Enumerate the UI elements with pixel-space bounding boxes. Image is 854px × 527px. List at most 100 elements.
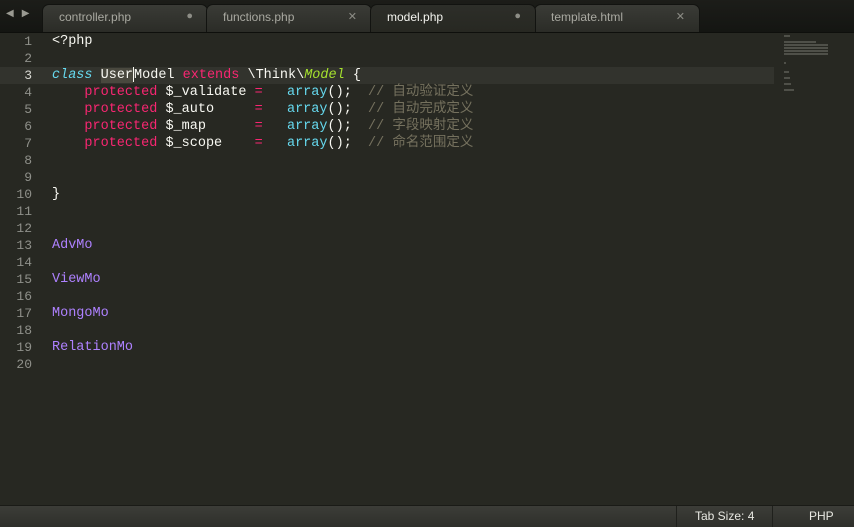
code-line[interactable]: protected $_auto = array(); // 自动完成定义 bbox=[52, 101, 774, 118]
line-number: 13 bbox=[16, 238, 32, 253]
minimap-line bbox=[784, 47, 828, 49]
tab-model-php[interactable]: model.php ● bbox=[370, 4, 536, 32]
class-name: Model bbox=[134, 68, 175, 84]
php-open-tag: <?php bbox=[52, 34, 93, 49]
tab-label: model.php bbox=[387, 10, 444, 24]
minimap-line bbox=[784, 62, 786, 64]
tab-navigation: ◀ ▶ bbox=[6, 8, 29, 19]
code-line[interactable]: MongoMo bbox=[52, 305, 774, 322]
tab-functions-php[interactable]: functions.php ✕ bbox=[206, 4, 372, 32]
code-line[interactable] bbox=[52, 169, 774, 186]
code-line[interactable]: ViewMo bbox=[52, 271, 774, 288]
snippet-text: MongoMo bbox=[52, 306, 109, 321]
tab-size-selector[interactable]: Tab Size: 4 bbox=[695, 509, 754, 523]
comment: // 自动验证定义 bbox=[368, 85, 474, 100]
snippet-text: ViewMo bbox=[52, 272, 101, 287]
line-number: 17 bbox=[16, 306, 32, 321]
unsaved-dot-icon[interactable]: ● bbox=[186, 10, 193, 22]
minimap-line bbox=[784, 44, 828, 46]
line-number: 4 bbox=[24, 85, 32, 100]
array-function: array bbox=[286, 136, 328, 151]
code-line[interactable] bbox=[52, 50, 774, 67]
minimap-line bbox=[784, 83, 791, 85]
minimap-line bbox=[784, 50, 828, 52]
code-line[interactable]: AdvMo bbox=[52, 237, 774, 254]
code-line[interactable]: protected $_scope = array(); // 命名范围定义 bbox=[52, 135, 774, 152]
code-line[interactable] bbox=[52, 322, 774, 339]
line-number: 12 bbox=[16, 221, 32, 236]
code-area[interactable]: <?php class UserModel extends \Think\Mod… bbox=[52, 33, 774, 373]
assign-operator: = bbox=[254, 102, 263, 117]
code-line[interactable]: protected $_map = array(); // 字段映射定义 bbox=[52, 118, 774, 135]
line-number: 11 bbox=[16, 204, 32, 219]
minimap-line bbox=[784, 77, 790, 79]
line-number: 18 bbox=[16, 323, 32, 338]
code-line[interactable]: } bbox=[52, 186, 774, 203]
line-number: 10 bbox=[16, 187, 32, 202]
visibility-keyword: protected bbox=[84, 102, 158, 117]
tab-template-html[interactable]: template.html ✕ bbox=[534, 4, 700, 32]
minimap-line bbox=[784, 53, 828, 55]
close-icon[interactable]: ✕ bbox=[348, 10, 357, 23]
property-name: $_scope bbox=[165, 136, 247, 151]
property-name: $_validate bbox=[165, 85, 247, 100]
forward-arrow-icon[interactable]: ▶ bbox=[22, 8, 30, 19]
visibility-keyword: protected bbox=[84, 85, 158, 100]
array-function: array bbox=[286, 119, 328, 134]
class-keyword: class bbox=[52, 68, 93, 84]
assign-operator: = bbox=[254, 136, 263, 151]
call-tail: (); bbox=[327, 85, 352, 100]
line-number: 6 bbox=[24, 119, 32, 134]
tab-controller-php[interactable]: controller.php ● bbox=[42, 4, 208, 32]
code-line[interactable]: RelationMo bbox=[52, 339, 774, 356]
minimap-line bbox=[784, 71, 789, 73]
code-editor[interactable]: 1 2 3 4 5 6 7 8 9 10 11 12 13 14 15 16 1… bbox=[0, 33, 854, 505]
code-line[interactable]: <?php bbox=[52, 33, 774, 50]
line-number: 7 bbox=[24, 136, 32, 151]
close-brace: } bbox=[52, 187, 61, 202]
line-number: 19 bbox=[16, 340, 32, 355]
line-number: 14 bbox=[16, 255, 32, 270]
syntax-selector[interactable]: PHP bbox=[809, 509, 834, 523]
line-number: 15 bbox=[16, 272, 32, 287]
tab-label: controller.php bbox=[59, 10, 132, 24]
back-arrow-icon[interactable]: ◀ bbox=[6, 8, 14, 19]
line-number: 3 bbox=[24, 68, 32, 83]
status-divider bbox=[772, 506, 773, 527]
call-tail: (); bbox=[327, 136, 352, 151]
code-line[interactable] bbox=[52, 152, 774, 169]
line-number: 5 bbox=[24, 102, 32, 117]
minimap-line bbox=[784, 35, 790, 37]
visibility-keyword: protected bbox=[84, 136, 158, 151]
tab-label: template.html bbox=[551, 10, 624, 24]
close-icon[interactable]: ✕ bbox=[676, 10, 685, 23]
code-line[interactable] bbox=[52, 254, 774, 271]
comment: // 字段映射定义 bbox=[368, 119, 474, 134]
status-bar: Tab Size: 4 PHP bbox=[0, 505, 854, 527]
line-number: 20 bbox=[16, 357, 32, 372]
call-tail: (); bbox=[327, 102, 352, 117]
minimap[interactable] bbox=[784, 35, 834, 95]
extends-keyword: extends bbox=[182, 68, 240, 84]
code-line[interactable]: class UserModel extends \Think\Model { bbox=[52, 67, 774, 84]
snippet-text: AdvMo bbox=[52, 238, 93, 253]
visibility-keyword: protected bbox=[84, 119, 158, 134]
tab-label: functions.php bbox=[223, 10, 295, 24]
unsaved-dot-icon[interactable]: ● bbox=[514, 10, 521, 22]
code-line[interactable] bbox=[52, 220, 774, 237]
assign-operator: = bbox=[254, 119, 263, 134]
code-line[interactable] bbox=[52, 203, 774, 220]
class-name-selected: User bbox=[100, 68, 134, 84]
line-number-gutter: 1 2 3 4 5 6 7 8 9 10 11 12 13 14 15 16 1… bbox=[0, 33, 40, 373]
code-line[interactable] bbox=[52, 288, 774, 305]
line-number: 1 bbox=[24, 34, 32, 49]
code-line[interactable]: protected $_validate = array(); // 自动验证定… bbox=[52, 84, 774, 101]
code-line[interactable] bbox=[52, 356, 774, 373]
open-brace: { bbox=[344, 68, 361, 84]
line-number: 8 bbox=[24, 153, 32, 168]
assign-operator: = bbox=[254, 85, 263, 100]
parent-class: Model bbox=[304, 68, 345, 84]
comment: // 命名范围定义 bbox=[368, 136, 474, 151]
property-name: $_map bbox=[165, 119, 247, 134]
array-function: array bbox=[286, 85, 328, 100]
